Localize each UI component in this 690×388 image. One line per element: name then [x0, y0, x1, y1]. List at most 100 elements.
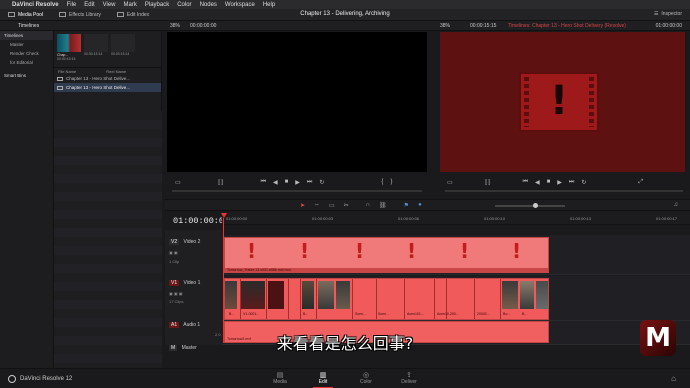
play-reverse-icon[interactable]: ◀: [273, 179, 278, 186]
color-page-icon: ◎: [362, 372, 370, 379]
play-reverse-icon[interactable]: ◀: [535, 179, 540, 186]
clip-divider: [266, 279, 267, 319]
inspector-button[interactable]: ☰ Inspector: [654, 11, 682, 17]
track-header-v1[interactable]: V1 Video 1: [169, 280, 200, 286]
clip-divider: [316, 279, 317, 319]
menu-workspace[interactable]: Workspace: [225, 2, 255, 8]
source-zoom[interactable]: 38%: [170, 23, 180, 29]
marker-icon[interactable]: ●: [418, 202, 422, 209]
timeline-icon: [57, 76, 63, 81]
play-icon[interactable]: ▶: [295, 179, 300, 186]
menu-help[interactable]: Help: [263, 2, 275, 8]
edit-index-icon: [116, 12, 124, 17]
track-name: Video 1: [183, 280, 201, 286]
menu-edit[interactable]: Edit: [84, 2, 94, 8]
selection-tool-icon[interactable]: ➤: [300, 202, 305, 209]
clip-label: V1-0001...: [243, 312, 260, 316]
source-viewer[interactable]: [167, 32, 427, 172]
record-scrubber[interactable]: [445, 190, 683, 192]
playhead[interactable]: [223, 218, 224, 343]
effects-library-label: Effects Library: [69, 11, 101, 18]
flag-icon[interactable]: ⚑: [404, 202, 409, 209]
track-header-a1[interactable]: A1 Audio 1: [169, 322, 200, 328]
clip-divider: [352, 279, 353, 319]
skip-forward-icon[interactable]: ⏭: [307, 179, 312, 186]
page-color[interactable]: ◎ Color: [346, 371, 386, 385]
track-id: A1: [169, 322, 180, 328]
source-scrubber[interactable]: [172, 190, 422, 192]
playhead-handle[interactable]: [221, 213, 227, 218]
track-controls-v1[interactable]: ▣ ▣ ▣: [169, 291, 183, 296]
top-toolbar: Media Pool Effects Library Edit Index Ch…: [0, 9, 690, 21]
media-pool-button[interactable]: Media Pool: [0, 9, 51, 21]
media-thumb[interactable]: 00:00:15:14: [111, 34, 135, 64]
bin-list: Timelines Master Render Check for Editor…: [0, 31, 54, 368]
display-icon[interactable]: ▭: [175, 179, 181, 186]
bin-for-editorial[interactable]: for Editorial: [0, 58, 53, 67]
media-thumb[interactable]: Chap... 00:00:15:15: [57, 34, 81, 64]
media-pool-icon: [8, 12, 15, 17]
clip-mode-icon[interactable]: ⟦⟧: [218, 179, 224, 186]
skip-back-icon[interactable]: ⏮: [261, 179, 266, 186]
trim-tool-icon[interactable]: ⇔: [314, 202, 320, 209]
play-icon[interactable]: ▶: [557, 179, 562, 186]
source-transport: ▭ ⟦⟧ ⏮ ◀ ■ ▶ ⏭ ↻ { }: [175, 176, 392, 188]
page-label: Edit: [318, 379, 328, 385]
track-controls-v2[interactable]: ▣ ▣: [169, 250, 178, 255]
timeline-ruler[interactable]: 01:00:00:00 01:00:00:03 01:00:00:06 01:0…: [222, 213, 690, 225]
display-icon[interactable]: ▭: [447, 179, 453, 186]
media-list-row[interactable]: Chapter 13 - Hero Shot Delive...: [54, 74, 161, 83]
ruler-tick: 01:00:00:03: [312, 216, 334, 221]
page-edit[interactable]: ▥ Edit: [303, 371, 343, 388]
col-reel-name[interactable]: Reel Name: [106, 69, 126, 74]
clip-mode-icon[interactable]: ⟦⟧: [485, 179, 491, 186]
page-deliver[interactable]: ⇪ Deliver: [389, 371, 429, 385]
skip-forward-icon[interactable]: ⏭: [569, 179, 574, 186]
ruler-tick: 01:00:00:17: [656, 216, 678, 221]
menu-color[interactable]: Color: [177, 2, 191, 8]
smart-bins-header[interactable]: Smart Bins: [0, 71, 53, 80]
bin-timelines[interactable]: Timelines: [0, 31, 53, 40]
viewer-header-bar: Timelines 38% 00:00:00:00 38% 00:00:15:1…: [0, 21, 690, 31]
loop-icon[interactable]: ↻: [319, 179, 324, 186]
stop-icon[interactable]: ■: [285, 179, 289, 185]
record-zoom[interactable]: 38%: [440, 23, 450, 29]
zoom-slider-knob[interactable]: [533, 203, 538, 208]
page-label: Deliver: [401, 379, 417, 385]
record-timeline-title[interactable]: Timelines: Chapter 13 - Hero Shot Delive…: [508, 23, 626, 29]
mark-in-icon[interactable]: {: [381, 179, 383, 185]
menu-app-name[interactable]: DaVinci Resolve: [12, 2, 59, 8]
edit-index-button[interactable]: Edit Index: [109, 9, 157, 21]
audio-icon[interactable]: ♫: [674, 202, 679, 208]
menu-file[interactable]: File: [67, 2, 77, 8]
mark-out-icon[interactable]: }: [390, 179, 392, 185]
home-icon[interactable]: ⌂: [671, 374, 676, 383]
bin-render-check[interactable]: Render Check: [0, 49, 53, 58]
track-header-v2[interactable]: V2 Video 2: [169, 239, 200, 245]
loop-icon[interactable]: ↻: [581, 179, 586, 186]
blade-tool-icon[interactable]: ✂: [344, 202, 349, 209]
menu-mark[interactable]: Mark: [124, 2, 137, 8]
fullscreen-icon[interactable]: ⤢: [638, 179, 643, 186]
menu-nodes[interactable]: Nodes: [200, 2, 217, 8]
track-id: V2: [169, 239, 180, 245]
timeline-zoom-slider[interactable]: [495, 205, 565, 207]
media-row-name: Chapter 13 - Hero Shot Delive...: [66, 85, 131, 90]
stop-icon[interactable]: ■: [547, 179, 551, 185]
effects-library-button[interactable]: Effects Library: [51, 9, 109, 21]
menu-view[interactable]: View: [103, 2, 116, 8]
menu-playback[interactable]: Playback: [145, 2, 169, 8]
col-file-name[interactable]: File Name: [58, 69, 76, 74]
record-current-tc: 01:00:00:00: [655, 23, 682, 29]
clip-divider: [376, 279, 377, 319]
bin-master[interactable]: Master: [0, 40, 53, 49]
linked-selection-icon[interactable]: ⛓: [379, 202, 387, 209]
media-list-row[interactable]: Chapter 13 - Hero Shot Delive...: [54, 83, 161, 92]
track-id: V1: [169, 280, 180, 286]
snapping-icon[interactable]: ∩: [366, 202, 370, 209]
dynamic-trim-icon[interactable]: ▭: [329, 202, 335, 209]
v2-clip-name: Tomorrow_Trailer-13-v001-e58b.mxf.mov: [227, 268, 292, 272]
page-media[interactable]: ▤ Media: [260, 371, 300, 385]
skip-back-icon[interactable]: ⏮: [523, 179, 528, 186]
media-thumb[interactable]: 00:00:15:14: [84, 34, 108, 64]
